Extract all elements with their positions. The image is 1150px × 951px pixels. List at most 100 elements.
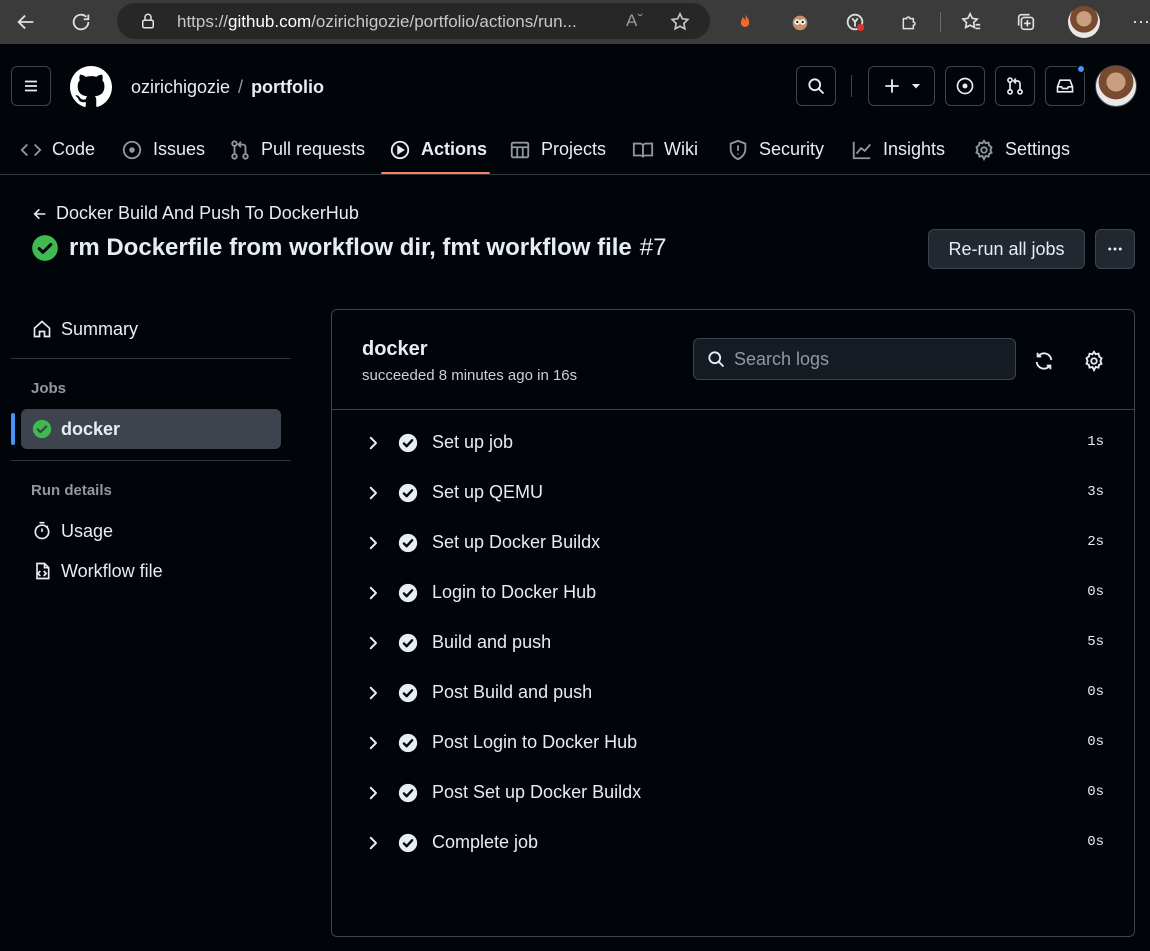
kebab-horizontal-icon: [1108, 247, 1122, 251]
more-options-icon[interactable]: ⋯: [1125, 6, 1150, 38]
sidebar-item-job-docker[interactable]: docker: [21, 409, 281, 449]
tab-wiki[interactable]: Wiki: [632, 124, 698, 175]
url-text: https://github.com/ozirichigozie/portfol…: [177, 12, 577, 31]
step-row[interactable]: Complete job 0s: [332, 818, 1134, 868]
repo-breadcrumb: ozirichigozie / portfolio: [131, 77, 324, 98]
back-arrow-icon[interactable]: [10, 6, 42, 38]
step-duration: 2s: [1087, 534, 1104, 550]
step-row[interactable]: Set up Docker Buildx 2s: [332, 518, 1134, 568]
sidebar-item-summary[interactable]: Summary: [21, 309, 281, 349]
avatar[interactable]: [1095, 65, 1137, 107]
issues-button[interactable]: [945, 66, 985, 106]
step-duration: 5s: [1087, 634, 1104, 650]
tab-projects[interactable]: Projects: [509, 124, 606, 175]
repo-link[interactable]: portfolio: [251, 77, 324, 97]
sidebar-divider: [11, 460, 291, 461]
sidebar-item-workflow-file[interactable]: Workflow file: [21, 551, 281, 591]
tab-pull-requests[interactable]: Pull requests: [229, 124, 365, 175]
rerun-all-jobs-button[interactable]: Re-run all jobs: [928, 229, 1085, 269]
table-icon: [509, 139, 531, 161]
github-logo-icon[interactable]: [70, 66, 112, 108]
create-new-button[interactable]: [868, 66, 935, 106]
tab-settings[interactable]: Settings: [973, 124, 1070, 175]
pull-request-icon: [229, 139, 251, 161]
extension-fire-icon[interactable]: [729, 6, 761, 38]
check-circle-fill-icon: [397, 632, 419, 654]
sidebar-divider: [11, 358, 291, 359]
address-bar[interactable]: https://github.com/ozirichigozie/portfol…: [117, 3, 710, 39]
read-aloud-icon[interactable]: Aˇ: [626, 11, 643, 31]
step-row[interactable]: Post Set up Docker Buildx 0s: [332, 768, 1134, 818]
file-code-icon: [31, 561, 53, 581]
job-log-panel: docker succeeded 8 minutes ago in 16s Se…: [331, 309, 1135, 937]
active-job-indicator: [11, 413, 15, 445]
favorites-icon[interactable]: [955, 6, 987, 38]
log-settings-gear-icon[interactable]: [1083, 350, 1105, 372]
more-actions-button[interactable]: [1095, 229, 1135, 269]
tab-label: Pull requests: [261, 139, 366, 159]
toolbar-divider: [940, 12, 941, 32]
check-circle-fill-icon: [31, 419, 53, 439]
check-circle-fill-icon: [397, 532, 419, 554]
step-row[interactable]: Post Build and push 0s: [332, 668, 1134, 718]
refresh-logs-icon[interactable]: [1033, 350, 1055, 372]
chevron-right-icon[interactable]: [364, 484, 382, 502]
step-label: Post Build and push: [432, 682, 593, 702]
browser-profile-avatar[interactable]: [1068, 6, 1100, 38]
shield-icon: [727, 139, 749, 161]
search-logs-input[interactable]: [734, 339, 1004, 379]
collections-icon[interactable]: [1010, 6, 1042, 38]
tab-code[interactable]: Code: [20, 124, 95, 175]
tab-insights[interactable]: Insights: [851, 124, 945, 175]
step-row[interactable]: Set up QEMU 3s: [332, 468, 1134, 518]
step-label: Set up Docker Buildx: [432, 532, 601, 552]
check-circle-fill-icon: [397, 682, 419, 704]
step-row[interactable]: Build and push 5s: [332, 618, 1134, 668]
step-label: Set up QEMU: [432, 482, 544, 502]
extension-blocked-icon[interactable]: [839, 6, 871, 38]
book-icon: [632, 139, 654, 161]
step-label: Login to Docker Hub: [432, 582, 597, 602]
page-title: rm Dockerfile from workflow dir, fmt wor…: [31, 234, 666, 262]
tab-label: Insights: [883, 139, 946, 159]
chevron-right-icon[interactable]: [364, 784, 382, 802]
chevron-right-icon[interactable]: [364, 834, 382, 852]
job-steps-list: Set up job 1s Set up QEMU 3s Set up Docker B…: [332, 418, 1134, 868]
pull-requests-button[interactable]: [995, 66, 1035, 106]
sidebar-item-usage[interactable]: Usage: [21, 511, 281, 551]
issue-icon: [121, 139, 143, 161]
tab-security[interactable]: Security: [727, 124, 824, 175]
owner-link[interactable]: ozirichigozie: [131, 77, 230, 97]
tab-actions[interactable]: Actions: [389, 124, 487, 175]
lock-icon: [139, 12, 157, 30]
chevron-right-icon[interactable]: [364, 434, 382, 452]
step-row[interactable]: Login to Docker Hub 0s: [332, 568, 1134, 618]
chevron-right-icon[interactable]: [364, 734, 382, 752]
job-status: succeeded 8 minutes ago in 16s: [362, 367, 578, 384]
extensions-puzzle-icon[interactable]: [894, 6, 926, 38]
chevron-right-icon[interactable]: [364, 684, 382, 702]
step-label: Post Login to Docker Hub: [432, 732, 638, 752]
run-details-heading: Run details: [31, 482, 112, 499]
menu-button[interactable]: [11, 66, 51, 106]
github-header: ozirichigozie / portfolio Code Issues Pull…: [0, 44, 1150, 175]
header-divider: [851, 75, 852, 97]
chevron-right-icon[interactable]: [364, 584, 382, 602]
step-row[interactable]: Set up job 1s: [332, 418, 1134, 468]
search-button[interactable]: [796, 66, 836, 106]
add-favorite-icon[interactable]: [669, 11, 691, 33]
tab-issues[interactable]: Issues: [121, 124, 205, 175]
extension-owl-icon[interactable]: [784, 6, 816, 38]
plus-icon: [884, 79, 899, 93]
jobs-heading: Jobs: [31, 380, 67, 397]
chevron-right-icon[interactable]: [364, 634, 382, 652]
step-label: Complete job: [432, 832, 539, 852]
tab-label: Settings: [1005, 139, 1071, 159]
tab-label: Issues: [153, 139, 206, 159]
tab-label: Projects: [541, 139, 607, 159]
refresh-icon[interactable]: [65, 6, 97, 38]
chevron-right-icon[interactable]: [364, 534, 382, 552]
step-row[interactable]: Post Login to Docker Hub 0s: [332, 718, 1134, 768]
workflow-back-link[interactable]: Docker Build And Push To DockerHub: [32, 203, 359, 224]
notification-dot: [1076, 64, 1086, 74]
